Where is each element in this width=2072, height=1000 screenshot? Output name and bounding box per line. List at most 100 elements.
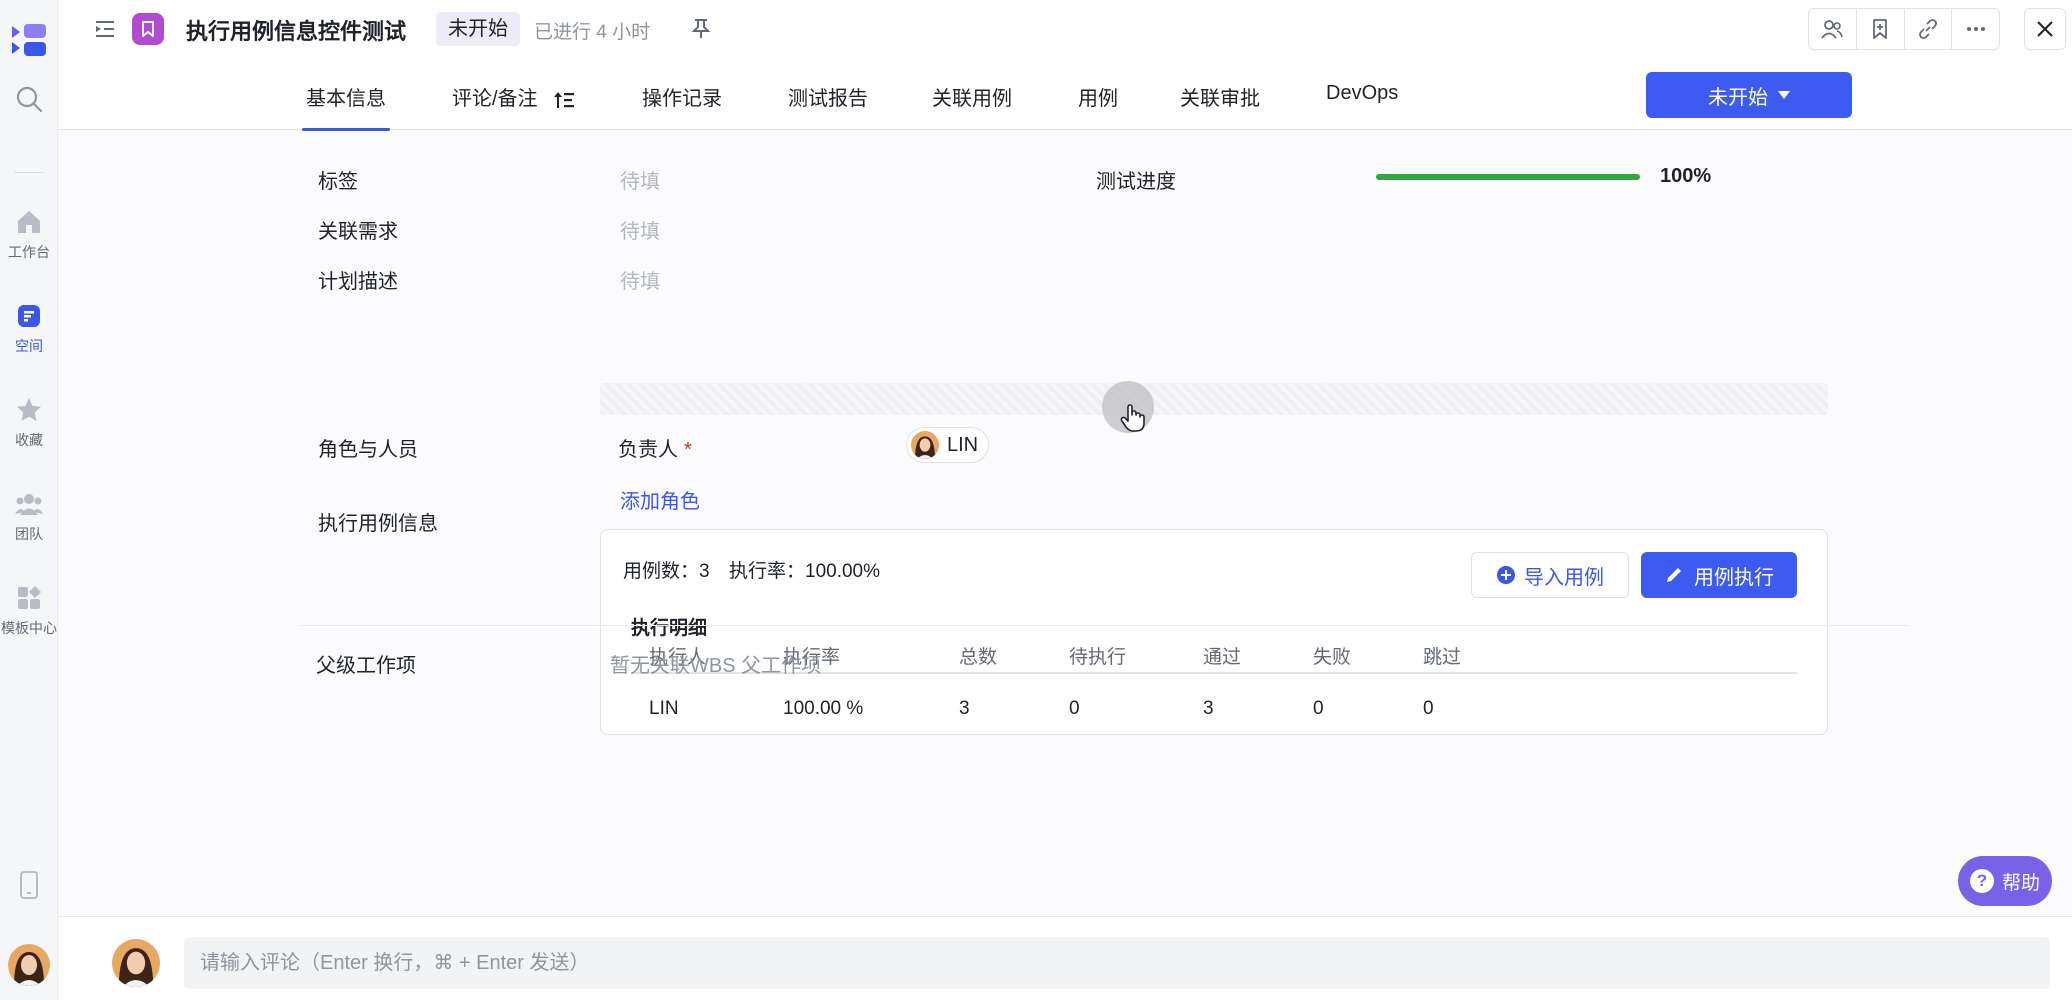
case-count-value: 3 xyxy=(699,561,710,582)
tab-devops[interactable]: DevOps xyxy=(1326,82,1398,105)
sidebar-toggle-icon[interactable] xyxy=(94,18,116,40)
comment-input[interactable] xyxy=(184,937,2050,989)
clipped-row xyxy=(303,115,1503,139)
tab-basic-info[interactable]: 基本信息 xyxy=(302,82,390,131)
avatar[interactable] xyxy=(8,944,50,986)
owner-label: 负责人 * xyxy=(618,433,692,462)
tab-cases[interactable]: 用例 xyxy=(1078,82,1118,111)
field-label-roles: 角色与人员 xyxy=(318,439,418,461)
team-icon xyxy=(15,494,43,515)
work-item-type-badge xyxy=(132,13,164,45)
help-label: 帮助 xyxy=(2001,872,2040,894)
table-cell: 100.00 % xyxy=(783,698,864,719)
page-title: 执行用例信息控件测试 xyxy=(186,19,407,44)
star-icon xyxy=(17,398,41,421)
execute-cases-label: 用例执行 xyxy=(1694,566,1774,589)
exec-rate-label: 执行率： xyxy=(729,561,806,582)
elapsed-time: 已进行 4 小时 xyxy=(534,22,651,43)
tab-test-report[interactable]: 测试报告 xyxy=(788,82,868,111)
required-mark: * xyxy=(684,439,692,461)
section-divider xyxy=(300,625,1910,626)
tab-comments[interactable]: 评论/备注 xyxy=(452,82,575,111)
import-cases-button[interactable]: 导入用例 xyxy=(1471,552,1629,598)
pin-icon[interactable] xyxy=(690,17,712,39)
tab-related-approvals[interactable]: 关联审批 xyxy=(1180,82,1260,111)
members-button[interactable] xyxy=(1809,9,1857,49)
plan-desc-input[interactable]: 待填 xyxy=(620,265,660,294)
field-label-tags: 标签 xyxy=(318,171,358,193)
help-button[interactable]: ? 帮助 xyxy=(1958,856,2052,906)
avatar xyxy=(911,431,939,459)
space-icon xyxy=(18,305,40,327)
rail-divider xyxy=(14,172,44,173)
tab-label: 评论/备注 xyxy=(452,88,538,110)
app-logo-icon[interactable] xyxy=(8,20,52,60)
case-count-label: 用例数： xyxy=(623,561,700,582)
main-content: 标签 待填 测试进度 100% 关联需求 待填 计划描述 待填 角色与人员 负责… xyxy=(58,131,2072,916)
exec-rate: 执行率：100.00% xyxy=(729,556,880,583)
status-dropdown-button[interactable]: 未开始 xyxy=(1646,72,1852,118)
field-label-plan-desc: 计划描述 xyxy=(318,271,398,293)
loading-placeholder xyxy=(600,383,1828,415)
rail-item-label: 收藏 xyxy=(15,432,43,448)
tab-related-cases[interactable]: 关联用例 xyxy=(932,82,1012,111)
pencil-icon xyxy=(1667,568,1681,582)
column-header: 失败 xyxy=(1313,647,1352,668)
close-button[interactable] xyxy=(2024,8,2066,50)
related-req-input[interactable]: 待填 xyxy=(620,215,660,244)
search-icon[interactable] xyxy=(14,84,44,114)
owner-user-chip[interactable]: LIN xyxy=(906,427,990,463)
status-button-label: 未开始 xyxy=(1708,86,1768,109)
column-header: 通过 xyxy=(1203,647,1242,668)
owner-name: LIN xyxy=(947,433,979,456)
field-label-parent: 父级工作项 xyxy=(316,655,416,677)
parent-work-item-value[interactable]: 暂无关联WBS 父工作项 xyxy=(610,649,821,678)
template-icon xyxy=(18,586,41,609)
copy-link-button[interactable] xyxy=(1905,9,1953,49)
home-icon xyxy=(18,211,40,233)
table-cell: 0 xyxy=(1423,698,1434,719)
tags-input[interactable]: 待填 xyxy=(620,165,660,194)
status-badge[interactable]: 未开始 xyxy=(436,12,520,46)
members-icon xyxy=(1821,20,1844,39)
rail-item-templates[interactable]: 模板中心 xyxy=(0,584,58,638)
rail-item-label: 工作台 xyxy=(8,244,50,260)
execute-cases-button[interactable]: 用例执行 xyxy=(1641,552,1797,598)
bookmark-icon xyxy=(142,21,154,37)
link-icon xyxy=(1918,19,1937,39)
header-actions xyxy=(1808,8,2000,50)
rail-item-favorites[interactable]: 收藏 xyxy=(0,396,58,450)
avatar xyxy=(112,939,160,987)
mobile-icon[interactable] xyxy=(18,870,40,900)
sort-icon[interactable] xyxy=(553,89,575,111)
more-button[interactable] xyxy=(1952,9,1999,49)
field-label-exec-info: 执行用例信息 xyxy=(318,513,438,535)
bookmark-add-icon xyxy=(1873,19,1888,39)
field-label-progress: 测试进度 xyxy=(1096,171,1176,193)
table-cell: 3 xyxy=(959,698,970,719)
exec-case-card: 用例数：3 执行率：100.00% 导入用例 用例执行 执行明细 执行人 执行率 xyxy=(600,529,1828,735)
table-cell: 3 xyxy=(1203,698,1214,719)
case-count: 用例数：3 xyxy=(623,556,710,583)
rail-item-space[interactable]: 空间 xyxy=(0,302,58,356)
rail-item-label: 空间 xyxy=(15,338,43,354)
close-icon xyxy=(2037,21,2053,37)
table-cell: 0 xyxy=(1069,698,1080,719)
more-icon xyxy=(1966,27,1985,31)
field-label-related-req: 关联需求 xyxy=(318,221,398,243)
column-header: 待执行 xyxy=(1069,647,1127,668)
owner-label-text: 负责人 xyxy=(618,439,678,461)
comment-bar xyxy=(58,916,2072,1000)
add-role-link[interactable]: 添加角色 xyxy=(620,485,700,514)
rail-item-workbench[interactable]: 工作台 xyxy=(0,208,58,262)
exec-rate-value: 100.00% xyxy=(805,561,881,582)
hand-cursor-icon xyxy=(1120,404,1145,432)
rail-item-team[interactable]: 团队 xyxy=(0,490,58,544)
rail-item-label: 模板中心 xyxy=(1,620,57,636)
test-progress-bar xyxy=(1376,174,1640,180)
table-cell: 0 xyxy=(1313,698,1324,719)
tab-activity-log[interactable]: 操作记录 xyxy=(642,82,722,111)
bookmark-add-button[interactable] xyxy=(1857,9,1905,49)
plus-circle-icon xyxy=(1497,566,1515,584)
rail-item-label: 团队 xyxy=(15,526,43,542)
